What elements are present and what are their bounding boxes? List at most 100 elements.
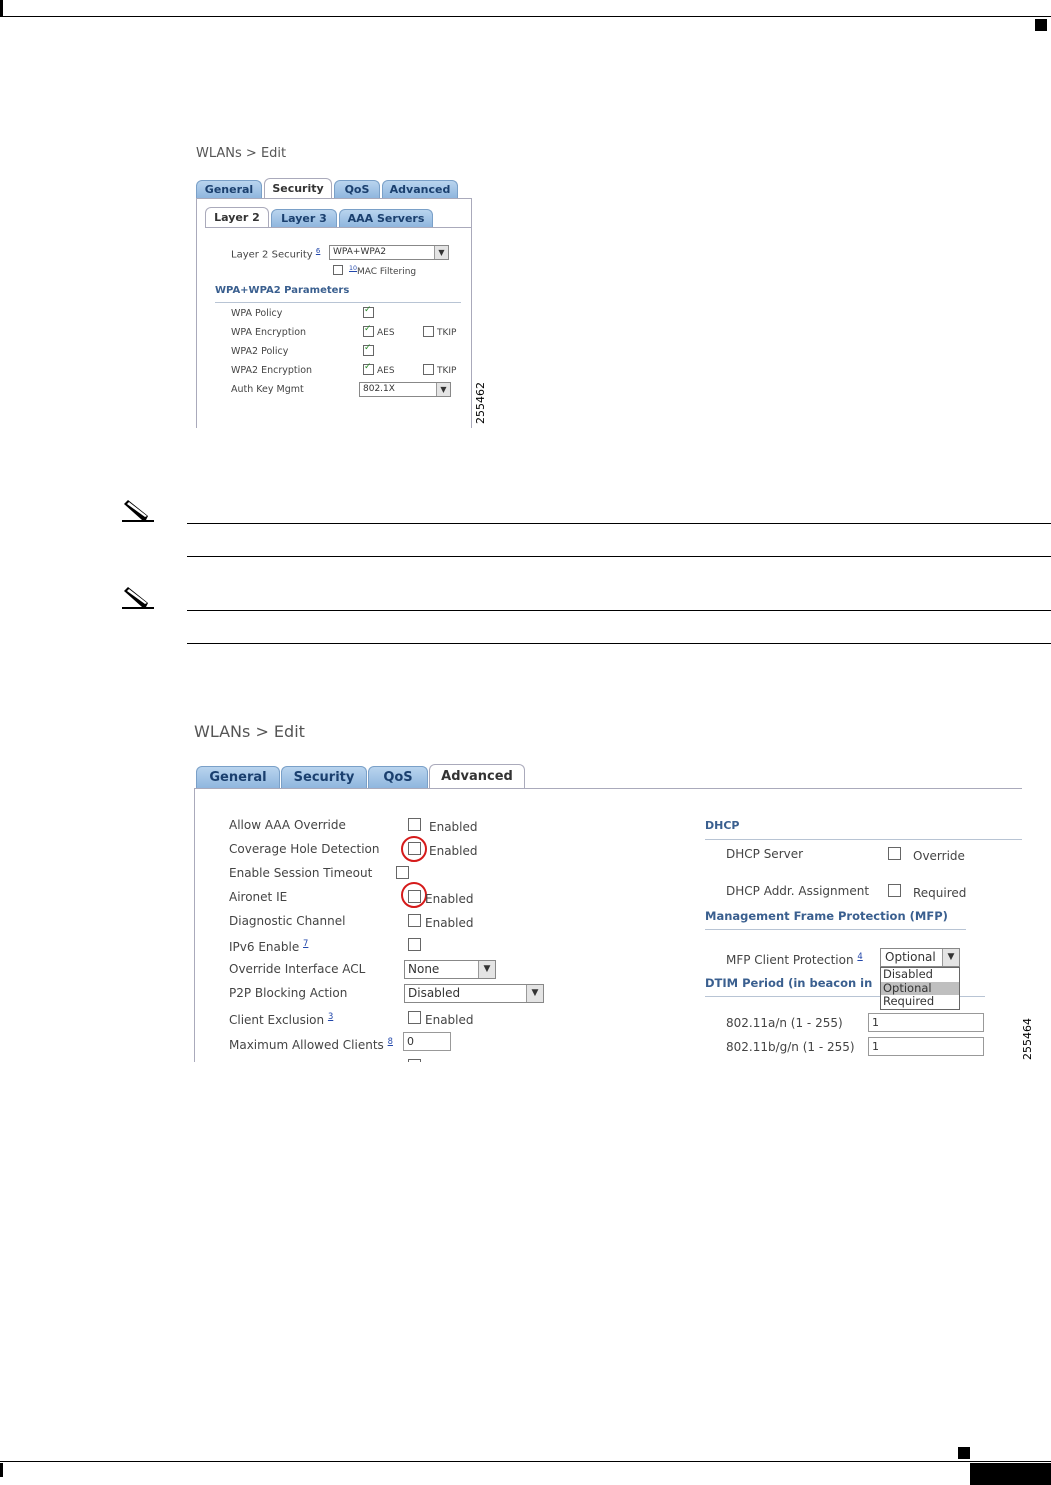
bottom-left-tick bbox=[0, 1463, 3, 1477]
partial-checkbox[interactable] bbox=[408, 1059, 421, 1062]
wpa2-aes-label: AES bbox=[377, 366, 395, 376]
client-exclusion-label: Client Exclusion 3 bbox=[229, 1011, 334, 1027]
layer2-security-value: WPA+WPA2 bbox=[333, 247, 387, 257]
wpa-encryption-label: WPA Encryption bbox=[231, 327, 307, 338]
tab-advanced[interactable]: Advanced bbox=[382, 180, 458, 198]
bottom-right-marker bbox=[958, 1447, 970, 1459]
note2-bottom-rule bbox=[187, 643, 1051, 644]
dhcp-server-checkbox[interactable] bbox=[888, 847, 901, 860]
mac-filtering-label: 10MAC Filtering bbox=[349, 265, 417, 277]
figure1-screenshot: WLANs > Edit General Security QoS Advanc… bbox=[194, 140, 474, 428]
mfp-option-required[interactable]: Required bbox=[881, 994, 959, 1009]
security-panel: Layer 2 Layer 3 AAA Servers Layer 2 Secu… bbox=[196, 198, 472, 428]
figure2-id: 255464 bbox=[1021, 1018, 1034, 1060]
note-pencil-icon bbox=[122, 500, 154, 522]
dhcp-addr-required: Required bbox=[913, 886, 967, 900]
highlight-circle bbox=[401, 882, 427, 908]
allow-aaa-override-enabled: Enabled bbox=[429, 820, 478, 834]
dtim-a-input[interactable]: 1 bbox=[868, 1013, 984, 1032]
override-acl-select[interactable]: None ▼ bbox=[404, 960, 496, 979]
wpa-policy-checkbox[interactable] bbox=[363, 305, 374, 318]
bottom-rule bbox=[0, 1461, 1051, 1462]
dhcp-addr-label: DHCP Addr. Assignment bbox=[726, 884, 870, 898]
mfp-client-value: Optional bbox=[885, 950, 936, 964]
wpa2-policy-checkbox[interactable] bbox=[363, 343, 374, 356]
p2p-blocking-select[interactable]: Disabled ▼ bbox=[404, 984, 544, 1003]
wpa-tkip-label: TKIP bbox=[437, 328, 457, 338]
top-right-marker bbox=[1035, 19, 1047, 31]
override-acl-label: Override Interface ACL bbox=[229, 962, 366, 976]
coverage-hole-label: Coverage Hole Detection bbox=[229, 842, 380, 856]
tab-qos[interactable]: QoS bbox=[368, 766, 428, 788]
dhcp-addr-checkbox[interactable] bbox=[888, 884, 901, 897]
aironet-ie-label: Aironet IE bbox=[229, 890, 288, 904]
mfp-option-optional[interactable]: Optional bbox=[881, 981, 959, 995]
chevron-down-icon: ▼ bbox=[942, 949, 959, 966]
dtim-bg-label: 802.11b/g/n (1 - 255) bbox=[726, 1040, 855, 1054]
override-acl-value: None bbox=[408, 962, 440, 976]
dtim-a-label: 802.11a/n (1 - 255) bbox=[726, 1016, 843, 1030]
top-left-tick bbox=[0, 0, 3, 16]
figure2-screenshot: WLANs > Edit General Security QoS Advanc… bbox=[192, 716, 1022, 1062]
wpa-aes-checkbox[interactable] bbox=[363, 324, 374, 337]
client-exclusion-checkbox[interactable] bbox=[408, 1011, 421, 1024]
dhcp-separator bbox=[705, 839, 1022, 840]
subtab-layer3[interactable]: Layer 3 bbox=[271, 209, 337, 227]
ipv6-enable-label: IPv6 Enable 7 bbox=[229, 938, 309, 954]
tab-advanced[interactable]: Advanced bbox=[429, 764, 525, 789]
figure1-id: 255462 bbox=[474, 382, 487, 424]
params-title: WPA+WPA2 Parameters bbox=[215, 285, 350, 296]
mfp-client-select[interactable]: Optional ▼ bbox=[880, 948, 960, 967]
max-clients-input[interactable]: 0 bbox=[403, 1032, 451, 1051]
diagnostic-channel-enabled: Enabled bbox=[425, 916, 474, 930]
note-pencil-icon bbox=[122, 587, 154, 609]
layer2-security-label: Layer 2 Security 6 bbox=[231, 247, 321, 261]
breadcrumb: WLANs > Edit bbox=[196, 146, 287, 161]
client-exclusion-enabled: Enabled bbox=[425, 1013, 474, 1027]
dtim-bg-input[interactable]: 1 bbox=[868, 1037, 984, 1056]
allow-aaa-override-label: Allow AAA Override bbox=[229, 818, 346, 832]
note1-bottom-rule bbox=[187, 556, 1051, 557]
session-timeout-checkbox[interactable] bbox=[396, 866, 409, 879]
chevron-down-icon: ▼ bbox=[434, 246, 448, 259]
subtab-baseline bbox=[205, 227, 471, 228]
tab-general[interactable]: General bbox=[196, 766, 280, 788]
wpa-policy-label: WPA Policy bbox=[231, 308, 283, 319]
mfp-separator bbox=[705, 929, 966, 930]
dhcp-title: DHCP bbox=[705, 819, 740, 832]
params-separator bbox=[215, 302, 461, 303]
mac-filtering-checkbox[interactable] bbox=[333, 265, 343, 275]
wpa2-tkip-checkbox[interactable] bbox=[423, 364, 434, 375]
mfp-client-dropdown[interactable]: Disabled Optional Required bbox=[880, 967, 960, 1010]
mfp-client-label: MFP Client Protection 4 bbox=[726, 951, 863, 967]
auth-key-mgmt-value: 802.1X bbox=[363, 384, 395, 394]
highlight-circle bbox=[401, 836, 427, 862]
layer2-security-select[interactable]: WPA+WPA2 ▼ bbox=[329, 245, 449, 260]
session-timeout-label: Enable Session Timeout bbox=[229, 866, 373, 880]
tab-security[interactable]: Security bbox=[281, 766, 367, 788]
subtab-layer2[interactable]: Layer 2 bbox=[205, 207, 269, 227]
wpa2-aes-checkbox[interactable] bbox=[363, 362, 374, 375]
dhcp-server-label: DHCP Server bbox=[726, 847, 804, 861]
note2-top-rule bbox=[187, 610, 1051, 611]
top-rule bbox=[0, 16, 1051, 17]
allow-aaa-override-checkbox[interactable] bbox=[408, 818, 421, 831]
diagnostic-channel-checkbox[interactable] bbox=[408, 914, 421, 927]
tab-security[interactable]: Security bbox=[264, 178, 332, 198]
auth-key-mgmt-select[interactable]: 802.1X ▼ bbox=[359, 382, 451, 397]
page-number-box bbox=[970, 1463, 1051, 1485]
subtab-aaa-servers[interactable]: AAA Servers bbox=[339, 209, 433, 227]
wpa-tkip-checkbox[interactable] bbox=[423, 326, 434, 337]
p2p-blocking-value: Disabled bbox=[408, 986, 461, 1000]
p2p-blocking-label: P2P Blocking Action bbox=[229, 986, 348, 1000]
mfp-title: Management Frame Protection (MFP) bbox=[705, 909, 948, 923]
dhcp-server-override: Override bbox=[913, 849, 965, 863]
ipv6-enable-checkbox[interactable] bbox=[408, 938, 421, 951]
wpa2-encryption-label: WPA2 Encryption bbox=[231, 365, 313, 376]
mfp-option-disabled[interactable]: Disabled bbox=[881, 967, 959, 982]
wpa2-tkip-label: TKIP bbox=[437, 366, 457, 376]
wpa2-policy-label: WPA2 Policy bbox=[231, 346, 289, 357]
tab-general[interactable]: General bbox=[196, 180, 262, 198]
tab-qos[interactable]: QoS bbox=[334, 180, 380, 198]
auth-key-mgmt-label: Auth Key Mgmt bbox=[231, 384, 304, 395]
